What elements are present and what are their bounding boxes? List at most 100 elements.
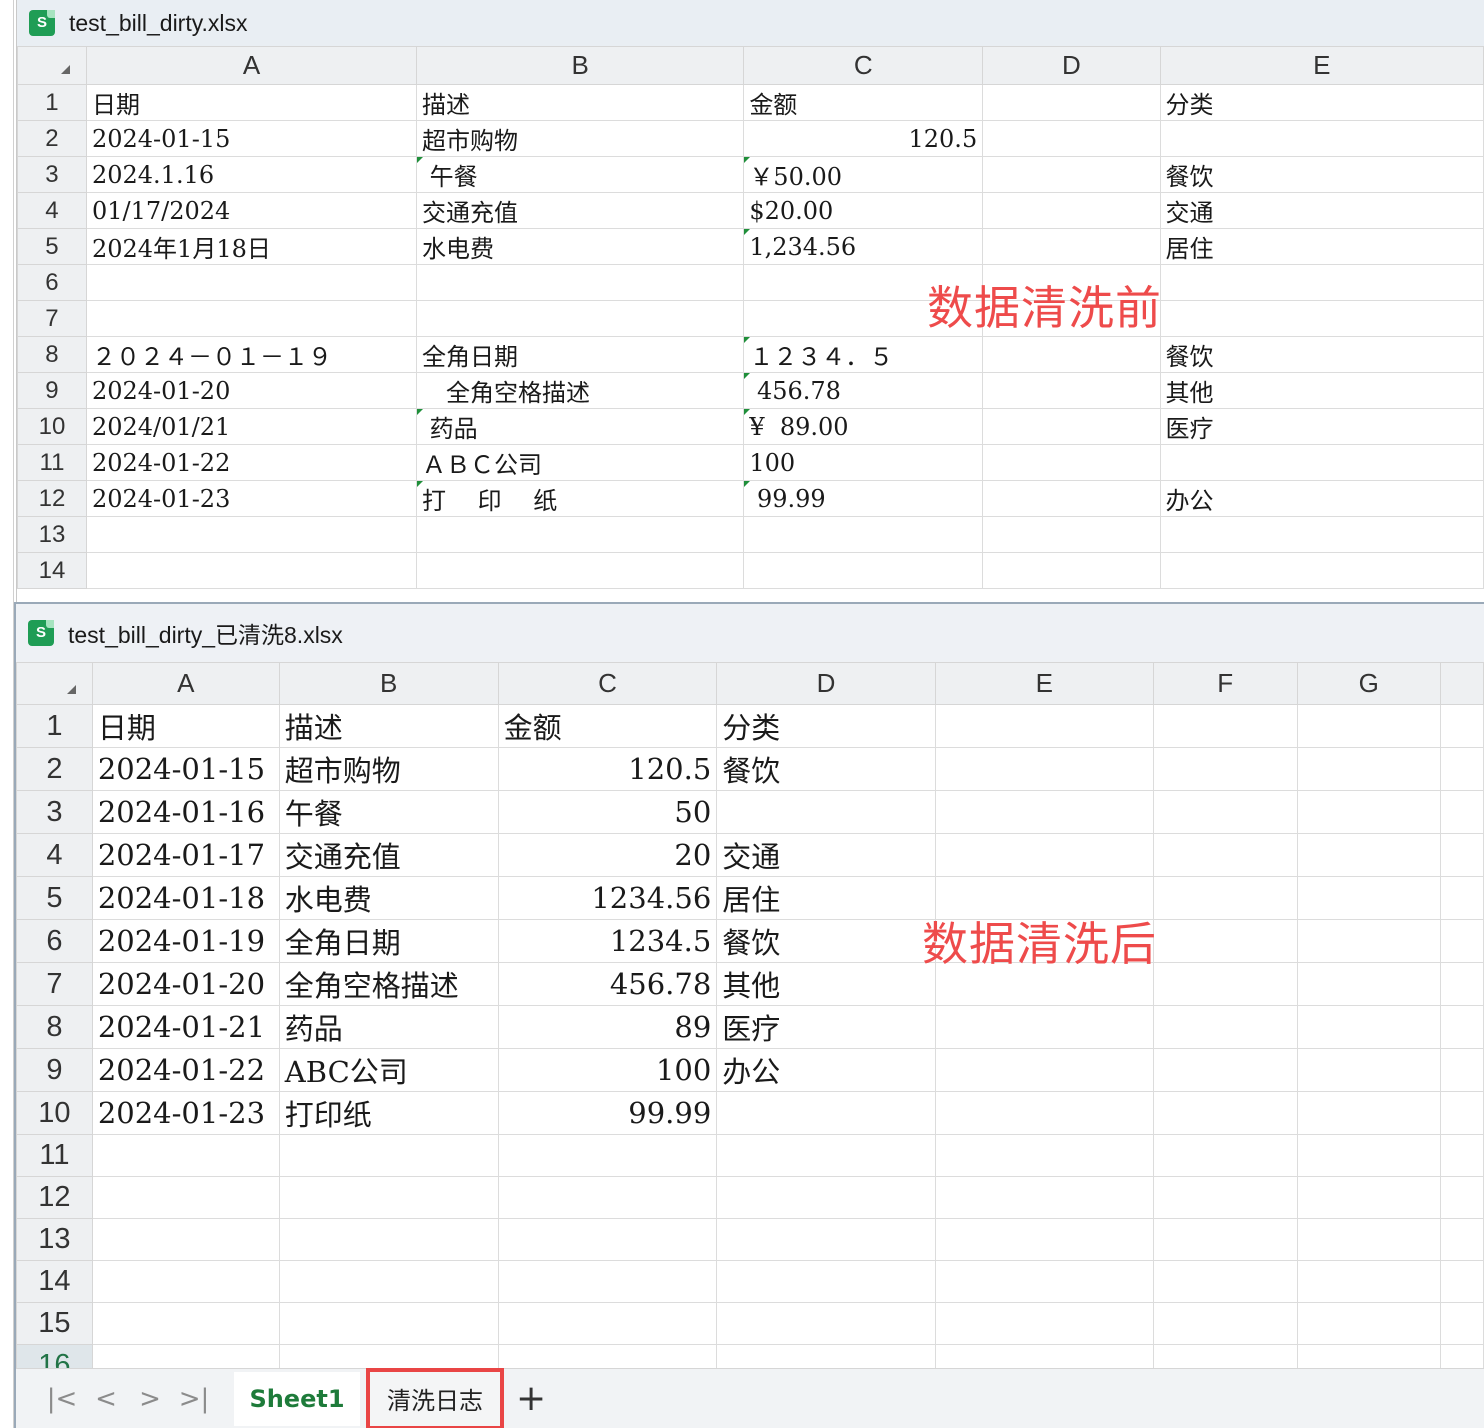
- cell-a[interactable]: ２０２４－０１－１９: [85, 336, 418, 373]
- cell-empty[interactable]: [1152, 919, 1298, 963]
- cell-empty[interactable]: [1440, 1048, 1484, 1092]
- cell-c[interactable]: ¥ 89.00: [743, 408, 984, 445]
- row-header[interactable]: 10: [16, 1091, 93, 1135]
- cell-empty[interactable]: [934, 747, 1154, 791]
- cell-e[interactable]: 其他: [1159, 372, 1484, 409]
- cell-b[interactable]: 超市购物: [415, 120, 745, 157]
- cell-b[interactable]: [415, 552, 745, 589]
- cell-b[interactable]: 超市购物: [278, 747, 499, 791]
- cell-e[interactable]: 交通: [1159, 192, 1484, 229]
- row-header[interactable]: 2: [16, 747, 93, 791]
- cell-a[interactable]: [91, 1302, 280, 1345]
- cell-empty[interactable]: [1440, 747, 1484, 791]
- cell-empty[interactable]: [1152, 1260, 1298, 1303]
- cell-d[interactable]: [982, 336, 1161, 373]
- cell-empty[interactable]: [1296, 876, 1442, 920]
- cell-b[interactable]: 午餐: [415, 156, 745, 193]
- column-header[interactable]: G: [1296, 662, 1442, 705]
- cell-d[interactable]: [716, 1091, 936, 1135]
- row-header[interactable]: 7: [16, 962, 93, 1006]
- cell-b[interactable]: [415, 300, 745, 337]
- cell-a[interactable]: [85, 264, 418, 301]
- cell-e[interactable]: [1159, 300, 1484, 337]
- cell-d[interactable]: [716, 1134, 936, 1177]
- row-header[interactable]: 7: [17, 300, 87, 337]
- cell-a[interactable]: 2024-01-17: [91, 833, 280, 877]
- cell-empty[interactable]: [934, 704, 1154, 748]
- cell-c[interactable]: [743, 552, 984, 589]
- title-bar[interactable]: S test_bill_dirty.xlsx: [17, 0, 1484, 46]
- cell-a[interactable]: 日期: [91, 704, 280, 748]
- cell-a[interactable]: 2024-01-23: [85, 480, 418, 517]
- cell-b[interactable]: 交通充值: [415, 192, 745, 229]
- row-header[interactable]: 1: [16, 704, 93, 748]
- cell-e[interactable]: 办公: [1159, 480, 1484, 517]
- row-header[interactable]: 11: [16, 1134, 93, 1177]
- cell-c[interactable]: 50: [497, 790, 718, 834]
- cell-empty[interactable]: [934, 1176, 1154, 1219]
- cell-empty[interactable]: [1152, 962, 1298, 1006]
- cell-b[interactable]: 水电费: [415, 228, 745, 265]
- cell-c[interactable]: 100: [497, 1048, 718, 1092]
- cell-b[interactable]: 药品: [278, 1005, 499, 1049]
- column-header[interactable]: A: [85, 46, 418, 85]
- cell-d[interactable]: [982, 516, 1161, 553]
- cell-c[interactable]: 99.99: [743, 480, 984, 517]
- cell-empty[interactable]: [1296, 790, 1442, 834]
- cell-c[interactable]: [497, 1134, 718, 1177]
- cell-empty[interactable]: [1296, 747, 1442, 791]
- cell-empty[interactable]: [1440, 1302, 1484, 1345]
- cell-e[interactable]: [1159, 444, 1484, 481]
- first-sheet-icon[interactable]: |<: [40, 1384, 84, 1414]
- cell-empty[interactable]: [1440, 876, 1484, 920]
- cell-a[interactable]: 2024年1月18日: [85, 228, 418, 265]
- cell-d[interactable]: [716, 1218, 936, 1261]
- row-header[interactable]: 8: [17, 336, 87, 373]
- next-sheet-icon[interactable]: >: [128, 1384, 172, 1414]
- cell-d[interactable]: 交通: [716, 833, 936, 877]
- cell-d[interactable]: [982, 228, 1161, 265]
- cell-a[interactable]: 2024-01-18: [91, 876, 280, 920]
- cell-e[interactable]: [1159, 120, 1484, 157]
- cell-c[interactable]: 120.5: [497, 747, 718, 791]
- cell-empty[interactable]: [1296, 1302, 1442, 1345]
- column-header[interactable]: D: [982, 46, 1161, 85]
- title-bar[interactable]: S test_bill_dirty_已清洗8.xlsx: [16, 604, 1484, 662]
- cell-b[interactable]: 午餐: [278, 790, 499, 834]
- row-header[interactable]: 6: [17, 264, 87, 301]
- cell-c[interactable]: 456.78: [743, 372, 984, 409]
- cell-d[interactable]: 分类: [716, 704, 936, 748]
- tab-cleaning-log[interactable]: 清洗日志: [366, 1367, 504, 1428]
- column-header[interactable]: A: [91, 662, 280, 705]
- cell-b[interactable]: [278, 1260, 499, 1303]
- cell-empty[interactable]: [1440, 1005, 1484, 1049]
- row-header[interactable]: 5: [17, 228, 87, 265]
- row-header[interactable]: 3: [16, 790, 93, 834]
- cell-d[interactable]: 餐饮: [716, 747, 936, 791]
- cell-d[interactable]: [982, 84, 1161, 121]
- select-all-corner[interactable]: [16, 662, 93, 705]
- row-header[interactable]: 4: [16, 833, 93, 877]
- row-header[interactable]: 12: [16, 1176, 93, 1219]
- cell-empty[interactable]: [1440, 962, 1484, 1006]
- cell-a[interactable]: 2024-01-15: [85, 120, 418, 157]
- cell-d[interactable]: [982, 120, 1161, 157]
- cell-empty[interactable]: [934, 1302, 1154, 1345]
- cell-empty[interactable]: [1296, 919, 1442, 963]
- cell-empty[interactable]: [1152, 1091, 1298, 1135]
- cell-empty[interactable]: [934, 1260, 1154, 1303]
- cell-b[interactable]: 药品: [415, 408, 745, 445]
- cell-a[interactable]: 2024-01-22: [91, 1048, 280, 1092]
- row-header[interactable]: 6: [16, 919, 93, 963]
- row-header[interactable]: 1: [17, 84, 87, 121]
- cell-empty[interactable]: [1440, 1218, 1484, 1261]
- add-sheet-icon[interactable]: +: [516, 1378, 546, 1419]
- cell-c[interactable]: [497, 1260, 718, 1303]
- cell-c[interactable]: $20.00: [743, 192, 984, 229]
- cell-c[interactable]: 金额: [743, 84, 984, 121]
- cell-empty[interactable]: [934, 1134, 1154, 1177]
- cell-c[interactable]: 89: [497, 1005, 718, 1049]
- cell-e[interactable]: 居住: [1159, 228, 1484, 265]
- cell-c[interactable]: 100: [743, 444, 984, 481]
- cell-c[interactable]: 99.99: [497, 1091, 718, 1135]
